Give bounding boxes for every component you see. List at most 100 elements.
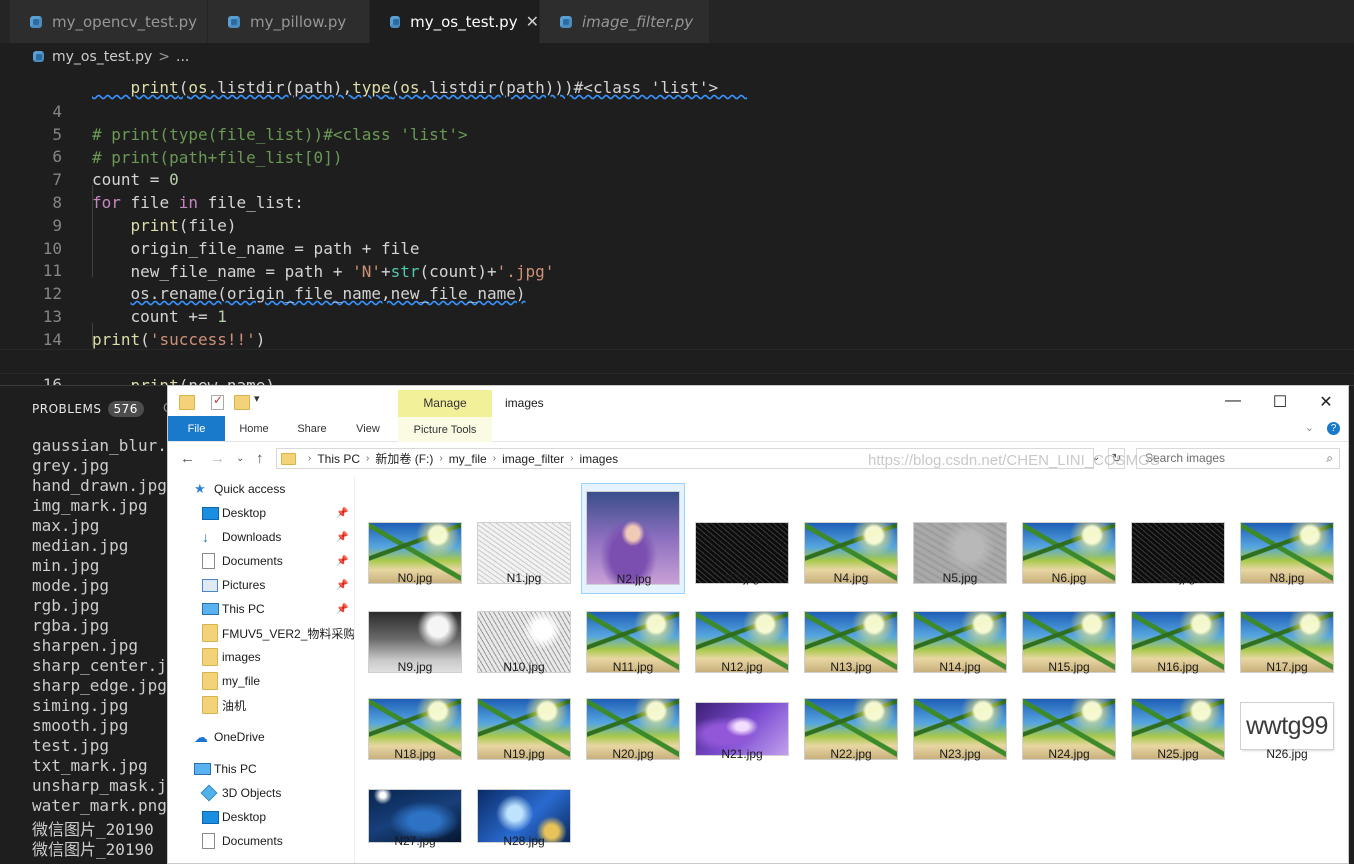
terminal-line: sharp_center.j [32, 656, 167, 675]
maximize-button[interactable]: ☐ [1265, 392, 1295, 412]
file-item[interactable]: N25.jpg [1126, 659, 1230, 770]
nav-item[interactable]: This PC [168, 758, 354, 780]
code-line: 15 print(new_name) [0, 328, 1354, 385]
chevron-right-icon: › [570, 453, 574, 464]
breadcrumb-file[interactable]: my_os_test.py [52, 49, 152, 65]
tab-image-filter[interactable]: image_filter.py [540, 0, 710, 43]
nav-item-label: Quick access [214, 482, 286, 496]
nav-item[interactable]: Documents [168, 830, 354, 852]
address-crumb[interactable]: 新加卷 (F:) [375, 450, 433, 467]
nav-item-label: Desktop [222, 810, 267, 824]
recent-locations-icon[interactable]: ⌄ [236, 453, 244, 464]
file-item[interactable]: N21.jpg [690, 659, 794, 770]
file-item[interactable]: wwtg99 N26.jpg [1235, 659, 1339, 770]
code-line: 5 # print(path+file_list[0]) [0, 100, 1354, 167]
thumbnail-image [587, 492, 679, 584]
ribbon-tab-home[interactable]: Home [230, 416, 278, 441]
nav-item[interactable]: Documents 📌 [168, 550, 354, 572]
pin-icon[interactable]: 📌 [336, 556, 348, 567]
code-line: 17 # for file in file_list: [0, 373, 1354, 385]
terminal-line: min.jpg [32, 556, 100, 575]
file-item[interactable]: N20.jpg [581, 659, 685, 770]
nav-item[interactable]: ★ Quick access [168, 478, 354, 500]
close-button[interactable]: ✕ [1311, 392, 1341, 412]
new-folder-icon[interactable] [234, 395, 250, 410]
help-icon[interactable]: ? [1327, 422, 1340, 435]
code-line: 8 print(file) [0, 168, 1354, 235]
code-line: 7 for file in file_list: [0, 145, 1354, 212]
pin-icon[interactable]: 📌 [336, 532, 348, 543]
navigation-pane: ★ Quick access Desktop 📌 ↓ Downloads 📌 Document… [168, 476, 355, 863]
nav-item[interactable]: This PC 📌 [168, 598, 354, 620]
terminal-output[interactable]: gaussian_blur. grey.jpg hand_drawn.jpg img_… [0, 430, 170, 864]
nav-item-label: Desktop [222, 506, 267, 520]
folder-icon[interactable] [179, 395, 195, 410]
properties-icon[interactable] [211, 393, 224, 410]
nav-item[interactable]: my_file [168, 670, 354, 692]
minimize-button[interactable]: — [1218, 392, 1248, 410]
pin-icon[interactable]: 📌 [336, 580, 348, 591]
chevron-right-icon: › [308, 453, 312, 464]
file-grid: N0.jpg N1.jpg N2.jpg N3.jpg N4.jpg N5.jpg N6.j… [355, 476, 1348, 863]
up-arrow-icon[interactable]: ↑ [256, 450, 264, 467]
manage-tab[interactable]: Manage [398, 390, 492, 416]
terminal-line: gaussian_blur. [32, 436, 167, 455]
tab-my-opencv-test[interactable]: my_opencv_test.py [10, 0, 208, 43]
documents-icon [202, 553, 215, 569]
address-crumb[interactable]: This PC [317, 452, 360, 466]
file-explorer-window: ▾ Manage images — ☐ ✕ File Home Share Vi… [167, 385, 1349, 864]
file-name: N28.jpg [503, 834, 545, 848]
ribbon-tab-picture-tools[interactable]: Picture Tools [398, 416, 492, 442]
code-line: 13 print('success!!') [0, 282, 1354, 349]
search-input[interactable]: Search images ⌕ [1136, 448, 1340, 469]
problems-label: PROBLEMS [32, 402, 102, 416]
breadcrumb-more[interactable]: ... [176, 49, 189, 65]
pin-icon[interactable]: 📌 [336, 604, 348, 615]
nav-item[interactable]: Pictures 📌 [168, 574, 354, 596]
nav-item[interactable]: Desktop [168, 806, 354, 828]
nav-item[interactable]: 油机 [168, 694, 354, 716]
python-file-icon [560, 15, 572, 28]
code-line: 4 # print(type(file_list))#<class 'list'… [0, 77, 1354, 144]
breadcrumb: my_os_test.py > ... [0, 43, 1354, 70]
ribbon-tab-file[interactable]: File [168, 416, 225, 441]
documents-icon [202, 833, 215, 849]
file-item[interactable]: N24.jpg [1017, 659, 1121, 770]
tab-problems[interactable]: PROBLEMS 576 [32, 401, 144, 417]
ribbon-tabs: File Home Share View Picture Tools ⌄ ? [168, 416, 1348, 442]
ribbon-tab-view[interactable]: View [345, 416, 391, 441]
file-item[interactable]: N23.jpg [908, 659, 1012, 770]
nav-item[interactable]: ↓ Downloads 📌 [168, 526, 354, 548]
python-file-icon [30, 15, 42, 28]
code-line: 11 os.rename(origin_file_name,new_file_n… [0, 236, 1354, 303]
tab-label: my_os_test.py [410, 12, 518, 31]
python-file-icon [390, 15, 401, 28]
nav-item[interactable]: 3D Objects [168, 782, 354, 804]
tab-my-pillow[interactable]: my_pillow.py [208, 0, 370, 43]
close-tab-icon[interactable]: ✕ [526, 12, 539, 31]
forward-arrow-icon[interactable]: → [210, 450, 225, 467]
title-bar: ▾ Manage images — ☐ ✕ [168, 386, 1348, 418]
address-crumb[interactable]: my_file [449, 452, 487, 466]
file-item[interactable]: N28.jpg [472, 746, 576, 857]
file-item[interactable]: N27.jpg [363, 746, 467, 857]
expand-ribbon-icon[interactable]: ⌄ [1305, 422, 1314, 434]
nav-item[interactable]: images [168, 646, 354, 668]
address-crumb[interactable]: image_filter [502, 452, 564, 466]
back-arrow-icon[interactable]: ← [180, 450, 195, 467]
nav-item-label: This PC [222, 602, 265, 616]
pin-icon[interactable]: 📌 [336, 508, 348, 519]
ribbon-tab-share[interactable]: Share [288, 416, 336, 441]
pictures-icon [202, 578, 218, 592]
code-editor[interactable]: print(os.listdir(path),type(os.listdir(p… [0, 70, 1354, 385]
customize-qat-icon[interactable]: ▾ [254, 392, 260, 405]
nav-item[interactable]: ☁ OneDrive [168, 726, 354, 748]
file-item[interactable]: N22.jpg [799, 659, 903, 770]
nav-item[interactable]: FMUV5_VER2_物料采购 [168, 622, 354, 644]
terminal-line: max.jpg [32, 516, 100, 535]
nav-item-label: Pictures [222, 578, 266, 592]
tab-my-os-test[interactable]: my_os_test.py ✕ [370, 0, 540, 43]
address-crumb[interactable]: images [579, 452, 618, 466]
nav-item[interactable]: Desktop 📌 [168, 502, 354, 524]
folder-icon [202, 624, 218, 642]
